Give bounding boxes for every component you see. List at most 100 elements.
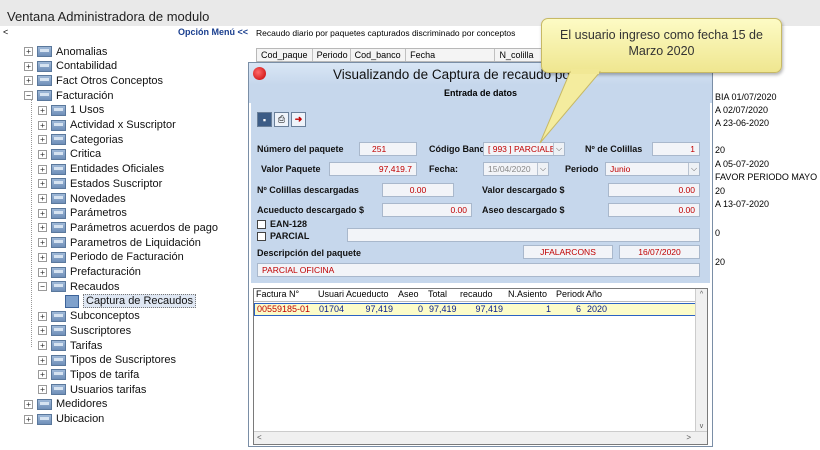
horizontal-scrollbar[interactable]: < > [254, 431, 707, 444]
tree-item-fact-otros-conceptos[interactable]: + Fact Otros Conceptos [24, 73, 163, 88]
column-header[interactable]: Usuario [316, 289, 344, 301]
expand-icon[interactable]: + [38, 105, 47, 115]
scroll-up-icon[interactable]: ^ [696, 291, 707, 298]
tree-item-1-usos[interactable]: +1 Usos [38, 103, 104, 118]
tree-item-recaudos[interactable]: − Recaudos [38, 279, 120, 294]
tree-item-estados-suscriptor[interactable]: + Estados Suscriptor [38, 176, 162, 191]
folder-icon [37, 60, 52, 72]
tree-item-parametros-acuerdos-de-pago[interactable]: + Parámetros acuerdos de pago [38, 220, 218, 235]
tree-item-label: Anomalias [56, 45, 108, 58]
print-icon[interactable]: ⎙ [274, 112, 289, 127]
tree-item-label: Parametros de Liquidación [70, 236, 201, 249]
navigation-tree: + Anomalias + Contabilidad + Fact Otros Conce… [0, 42, 252, 442]
expand-icon[interactable]: + [38, 370, 47, 380]
tree-item-captura-de-recaudos[interactable]: Captura de Recaudos [65, 294, 197, 309]
column-header[interactable]: Total [426, 289, 458, 301]
expand-icon[interactable]: + [38, 311, 47, 321]
tree-item-tipos-de-suscriptores[interactable]: + Tipos de Suscriptores [38, 353, 176, 368]
menu-option-label[interactable]: Opción Menú << [178, 27, 248, 37]
scroll-left-icon[interactable]: < [257, 433, 262, 442]
column-header[interactable]: N.Asiento [506, 289, 554, 301]
exit-icon[interactable]: ➜ [291, 112, 306, 127]
expand-icon[interactable]: + [38, 238, 47, 248]
expand-icon[interactable]: + [38, 149, 47, 159]
fecha-value: 15/04/2020 [488, 164, 531, 174]
expand-icon[interactable]: + [24, 47, 33, 56]
expand-icon[interactable]: + [38, 164, 47, 174]
tree-item-parametros[interactable]: + Parámetros [38, 206, 127, 221]
save-icon[interactable]: ▪ [257, 112, 272, 127]
folder-icon [37, 413, 52, 425]
ean-checkbox[interactable] [257, 220, 266, 229]
tree-item-ubicacion[interactable]: + Ubicacion [24, 412, 104, 427]
chevron-down-icon[interactable]: ⌵ [553, 143, 564, 155]
column-header[interactable]: Año [584, 289, 612, 301]
folder-icon [51, 134, 66, 146]
tree-item-tarifas[interactable]: + Tarifas [38, 338, 102, 353]
periodo-select[interactable]: Junio ⌵ [605, 162, 700, 176]
expand-icon[interactable]: + [38, 208, 47, 218]
form-panel: ▪ ⎙ ➜ Número del paquete 251 Código Banc… [251, 103, 710, 283]
tree-item-tipos-de-tarifa[interactable]: + Tipos de tarifa [38, 367, 139, 382]
table-row[interactable]: 00559185-01 01704 97,419 0 97,419 97,419 1 6 202… [254, 303, 700, 316]
scroll-down-icon[interactable]: v [696, 423, 707, 430]
expand-icon[interactable]: + [38, 341, 47, 350]
scroll-right-icon[interactable]: > [686, 433, 691, 442]
expand-icon[interactable]: + [38, 326, 47, 336]
tree-item-categorias[interactable]: + Categorias [38, 132, 123, 147]
collapse-left-icon[interactable]: < [3, 27, 8, 37]
tree-item-subconceptos[interactable]: + Subconceptos [38, 309, 140, 324]
tree-item-facturacion[interactable]: − Facturación [24, 88, 113, 103]
column-header[interactable]: Acueducto [344, 289, 396, 301]
parcial-field[interactable] [347, 228, 700, 242]
tree-item-critica[interactable]: + Critica [38, 147, 101, 162]
tree-item-actividad-x-suscriptor[interactable]: + Actividad x Suscriptor [38, 118, 176, 133]
descripcion-field[interactable]: PARCIAL OFICINA [257, 263, 700, 277]
collapse-icon[interactable]: − [24, 91, 33, 101]
chevron-down-icon[interactable]: ⌵ [537, 163, 548, 175]
column-header[interactable]: Aseo [396, 289, 426, 301]
n-colillas-field[interactable]: 1 [652, 142, 700, 156]
expand-icon[interactable]: + [38, 355, 47, 365]
parcial-checkbox[interactable] [257, 232, 266, 241]
ean-label: EAN-128 [270, 219, 308, 229]
menu-header: < Opción Menú << [0, 26, 252, 40]
tree-item-novedades[interactable]: + Novedades [38, 191, 126, 206]
expand-icon[interactable]: + [38, 135, 47, 145]
tree-item-medidores[interactable]: + Medidores [24, 397, 107, 412]
tree-item-entidades-oficiales[interactable]: + Entidades Oficiales [38, 162, 164, 177]
tree-item-periodo-de-facturacion[interactable]: + Periodo de Facturación [38, 250, 184, 265]
expand-icon[interactable]: + [24, 414, 33, 424]
column-header[interactable]: Factura N° [254, 289, 316, 301]
codigo-banco-select[interactable]: [ 993 ] PARCIALE ⌵ [483, 142, 565, 156]
numero-paquete-field[interactable]: 251 [359, 142, 417, 156]
expand-icon[interactable]: + [38, 267, 47, 277]
collapse-icon[interactable]: − [38, 282, 47, 292]
expand-icon[interactable]: + [24, 61, 33, 71]
column-header[interactable]: Periodo [554, 289, 584, 301]
form-icon [65, 294, 79, 308]
modal-toolbar: ▪ ⎙ ➜ [257, 112, 306, 127]
tree-item-anomalias[interactable]: + Anomalias [24, 44, 107, 59]
tree-item-contabilidad[interactable]: + Contabilidad [24, 59, 117, 74]
table-cell: 6 [575, 304, 581, 314]
tree-item-prefacturacion[interactable]: + Prefacturación [38, 265, 141, 280]
expand-icon[interactable]: + [24, 399, 33, 409]
fecha-field[interactable]: 15/04/2020 ⌵ [483, 162, 549, 176]
vertical-scrollbar[interactable]: ^ v [695, 289, 707, 432]
valor-paquete-field[interactable]: 97,419.7 [329, 162, 417, 176]
tree-item-suscriptores[interactable]: + Suscriptores [38, 323, 131, 338]
expand-icon[interactable]: + [38, 120, 47, 130]
tree-item-usuarios-tarifas[interactable]: + Usuarios tarifas [38, 382, 146, 397]
expand-icon[interactable]: + [38, 223, 47, 233]
chevron-down-icon[interactable]: ⌵ [688, 163, 699, 175]
expand-icon[interactable]: + [38, 252, 47, 262]
tree-item-parametros-de-liquidacion[interactable]: + Parametros de Liquidación [38, 235, 201, 250]
expand-icon[interactable]: + [24, 76, 33, 86]
expand-icon[interactable]: + [38, 194, 47, 203]
expand-icon[interactable]: + [38, 385, 47, 395]
folder-icon [51, 369, 66, 381]
column-header[interactable]: recaudo [458, 289, 506, 301]
tree-item-label: Contabilidad [56, 60, 118, 73]
expand-icon[interactable]: + [38, 179, 47, 189]
